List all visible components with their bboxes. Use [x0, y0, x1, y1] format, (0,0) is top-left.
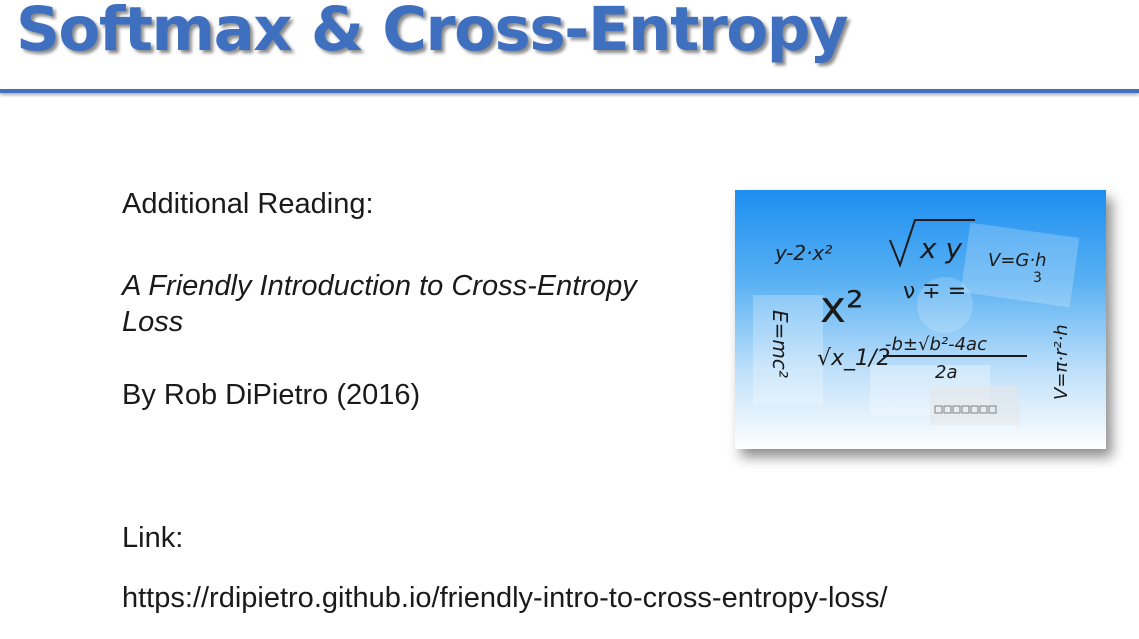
equation-text: V=π·r²·h	[1051, 324, 1072, 400]
equation-text: -b±√b²-4ac	[885, 334, 987, 355]
link-label: Link:	[122, 522, 184, 554]
additional-reading-heading: Additional Reading:	[122, 188, 374, 220]
equation-symbol: ν ∓ =	[903, 279, 966, 304]
equation-text: √x_1/2	[817, 346, 890, 371]
sqrt-content: x y	[919, 232, 962, 265]
equation-text: E=mc²	[768, 310, 792, 378]
title-divider	[0, 89, 1139, 93]
article-title: A Friendly Introduction to Cross-Entropy…	[122, 270, 637, 338]
equation-text: V=G·h	[988, 250, 1046, 271]
equation-text: 2a	[935, 362, 957, 383]
math-equations-image: x y y-2·x² x² ν ∓ = V=G·h 3 -b±√b²-4ac 2…	[735, 190, 1106, 449]
slide-title: Softmax & Cross-Entropy	[16, 0, 849, 65]
equation-text: x²	[820, 282, 864, 333]
equation-text: 3	[1033, 270, 1042, 286]
math-equations-illustration: x y y-2·x² x² ν ∓ = V=G·h 3 -b±√b²-4ac 2…	[753, 219, 1080, 425]
author-line: By Rob DiPietro (2016)	[122, 379, 421, 411]
article-link[interactable]: https://rdipietro.github.io/friendly-int…	[122, 580, 888, 616]
equation-text: y-2·x²	[774, 241, 832, 265]
image-panel	[930, 385, 1020, 425]
